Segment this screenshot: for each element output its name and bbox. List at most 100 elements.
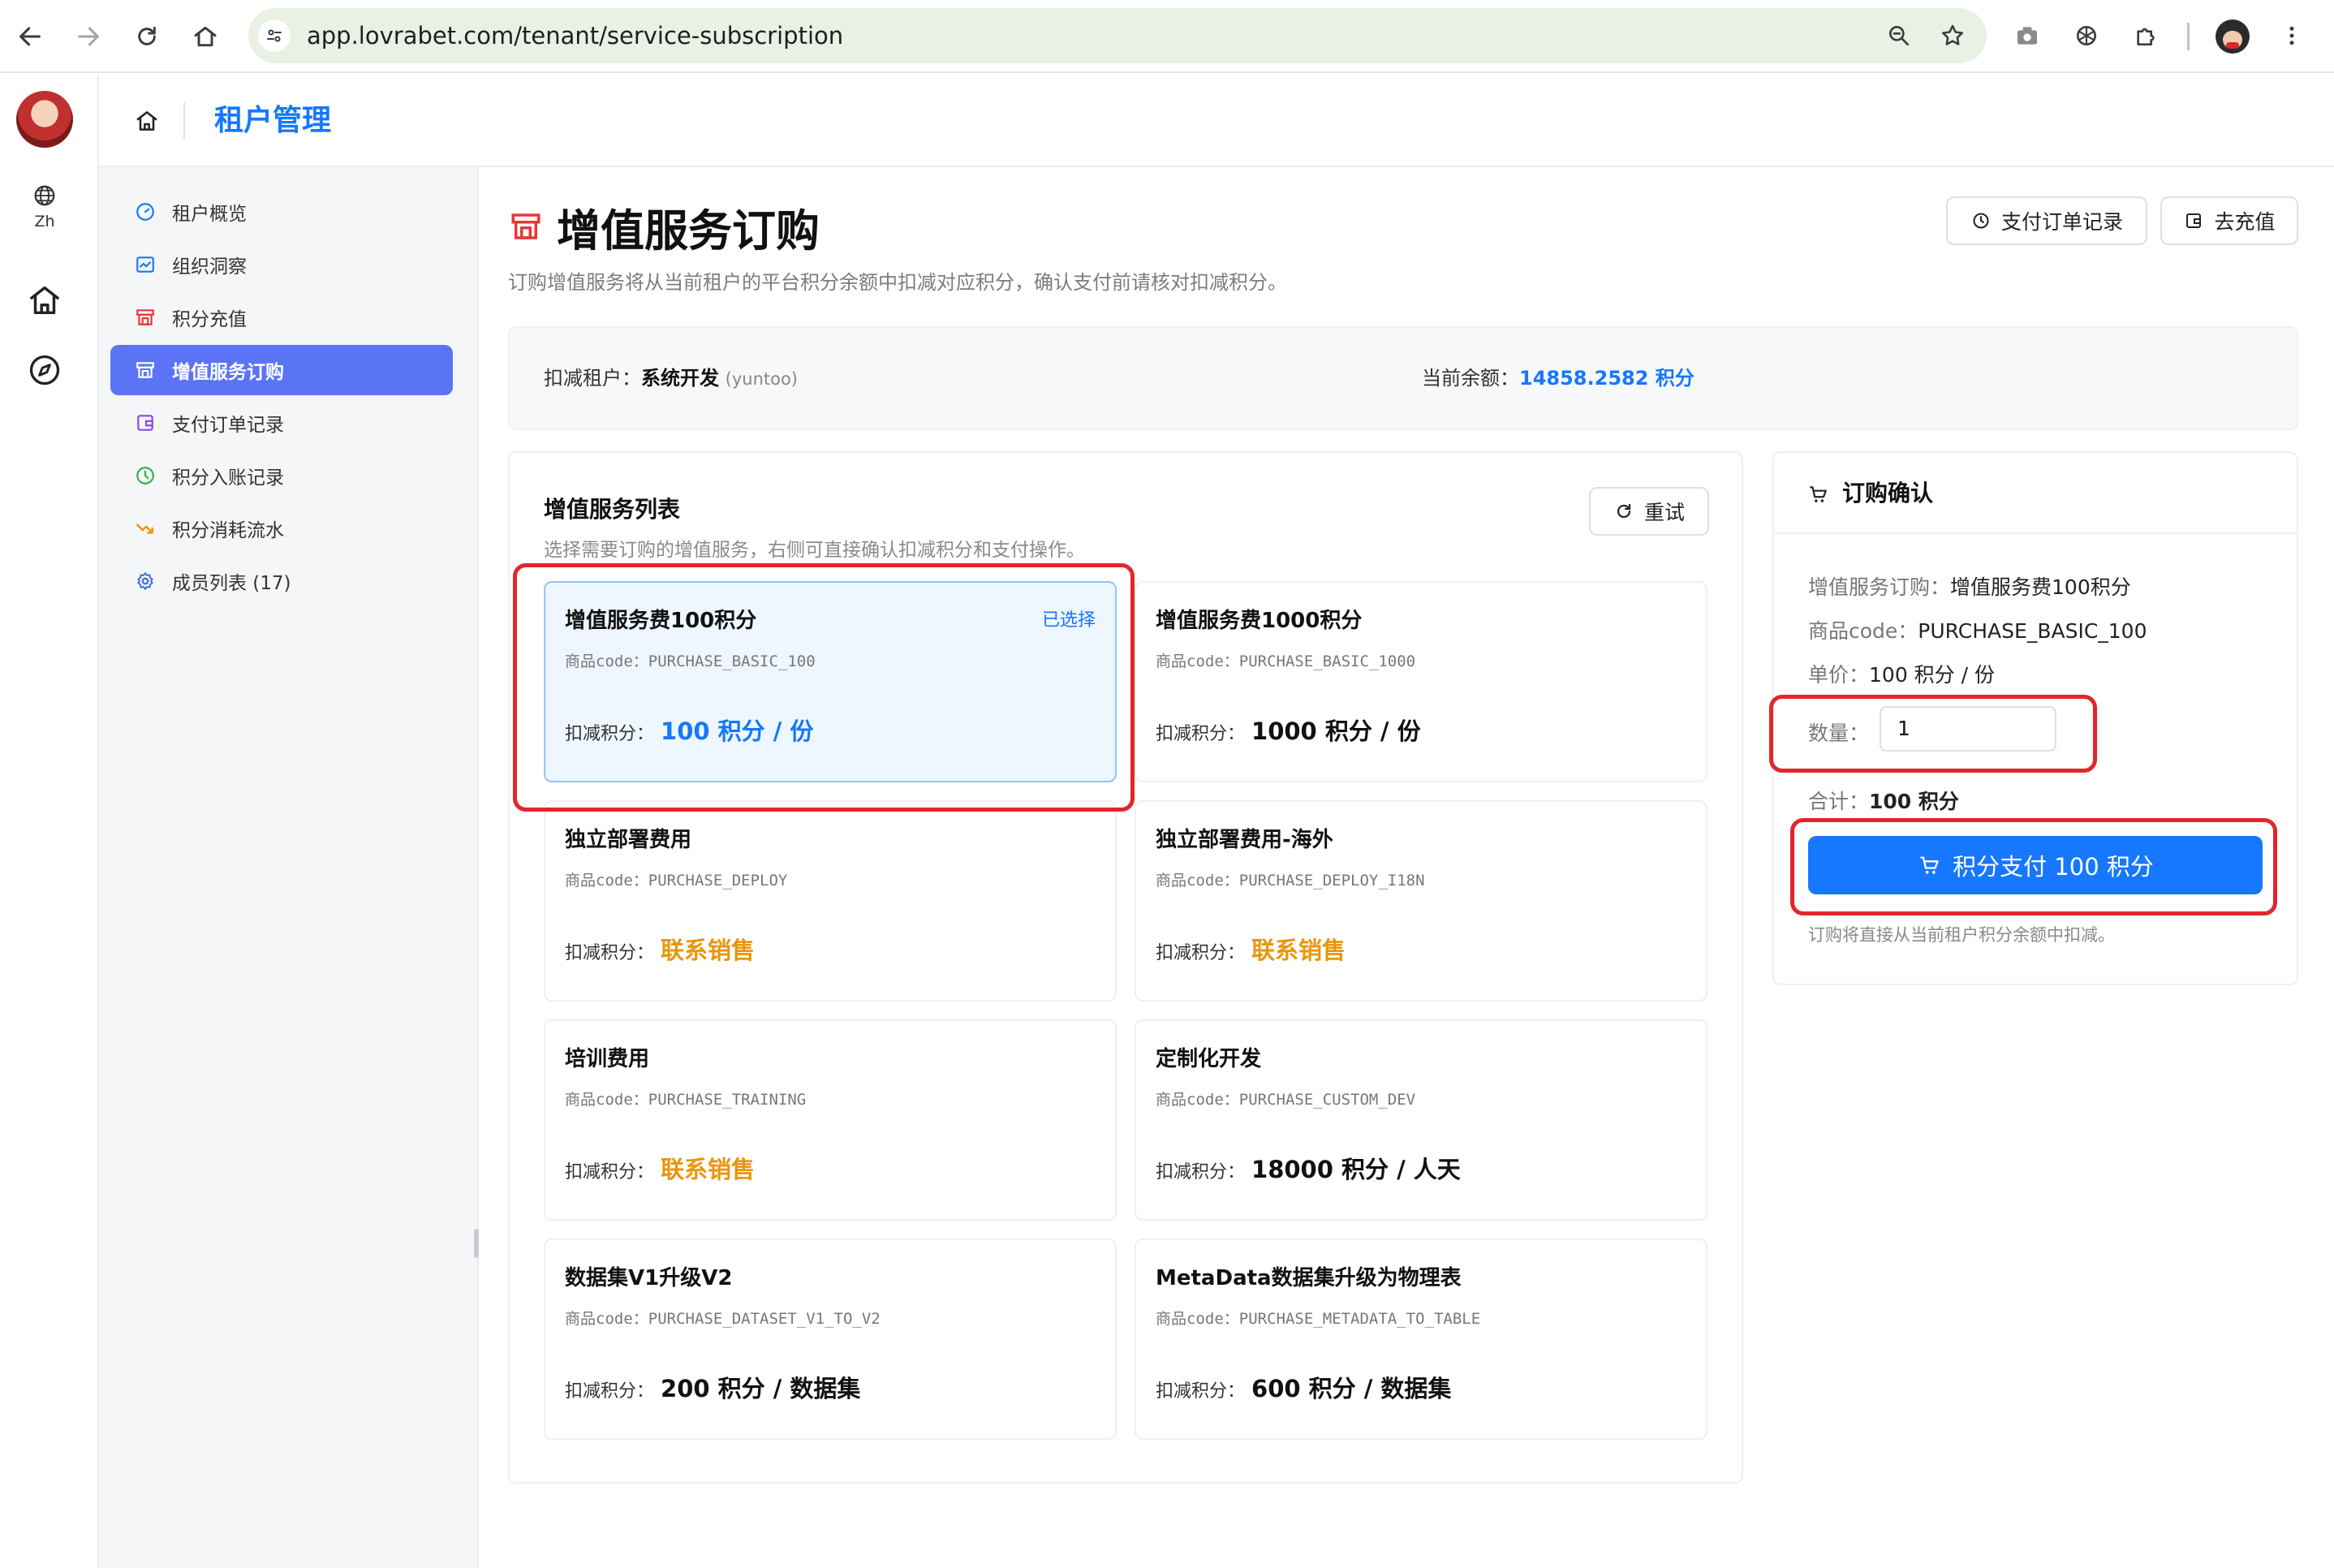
menu-label: 组织洞察: [172, 256, 247, 278]
confirm-unit-value: 100 积分 / 份: [1869, 663, 1995, 687]
service-code: 商品code：PURCHASE_DATASET_V1_TO_V2: [565, 1310, 881, 1328]
menu-label: 积分充值: [172, 309, 247, 330]
service-price-row: 扣减积分： 600 积分 / 数据集: [1156, 1370, 1451, 1404]
price-label: 扣减积分：: [1156, 1381, 1246, 1402]
camera-extension-icon[interactable]: [2009, 18, 2045, 54]
confirm-total-line: 合计：100 积分: [1808, 786, 1959, 815]
menu-item-overview[interactable]: 租户概览: [110, 187, 453, 237]
service-code: 商品code：PURCHASE_BASIC_100: [565, 653, 816, 670]
service-card[interactable]: 数据集V1升级V2 商品code：PURCHASE_DATASET_V1_TO_…: [544, 1238, 1117, 1440]
menu-item-insight[interactable]: 组织洞察: [110, 239, 453, 290]
page-description: 订购增值服务将从当前租户的平台积分余额中扣减对应积分，确认支付前请核对扣减积分。: [508, 271, 1287, 294]
menu-item-recharge[interactable]: 积分充值: [110, 292, 453, 342]
page-heading: 增值服务订购: [508, 198, 820, 256]
services-subtitle: 选择需要订购的增值服务，右侧可直接确认扣减积分和支付操作。: [544, 540, 1085, 561]
service-code: 商品code：PURCHASE_CUSTOM_DEV: [1156, 1091, 1416, 1109]
price-label: 扣减积分：: [565, 943, 655, 963]
rail-home-button[interactable]: [25, 281, 64, 320]
header-home-button[interactable]: [128, 102, 166, 140]
tenant-code: (yuntoo): [725, 369, 799, 389]
profile-avatar[interactable]: [2216, 19, 2250, 54]
service-name: 增值服务费100积分: [565, 609, 757, 633]
service-code: 商品code：PURCHASE_DEPLOY_I18N: [1156, 872, 1425, 890]
service-card[interactable]: 增值服务费100积分 已选择 商品code：PURCHASE_BASIC_100…: [544, 581, 1117, 782]
rail-explore-button[interactable]: [25, 351, 64, 390]
service-price: 联系销售: [1251, 937, 1346, 964]
price-label: 扣减积分：: [1156, 1162, 1246, 1182]
bookmark-star-icon[interactable]: [1936, 19, 1969, 52]
confirm-code-value: PURCHASE_BASIC_100: [1918, 619, 2147, 643]
confirm-hint: 订购将直接从当前租户积分余额中扣减。: [1808, 925, 2115, 945]
clock-icon: [133, 463, 157, 488]
pay-with-points-button[interactable]: 积分支付 100 积分: [1808, 836, 2263, 894]
arrow-left-icon: [19, 27, 41, 46]
payment-orders-label: 支付订单记录: [2000, 210, 2123, 234]
zoom-icon[interactable]: [1883, 19, 1915, 52]
service-price: 18000 积分 / 人天: [1251, 1156, 1461, 1183]
menu-label: 增值服务订购: [172, 362, 284, 383]
address-bar[interactable]: app.lovrabet.com/tenant/service-subscrip…: [248, 8, 1987, 63]
service-price: 联系销售: [661, 1156, 756, 1183]
confirm-qty-key: 数量：: [1808, 722, 1870, 745]
service-card[interactable]: MetaData数据集升级为物理表 商品code：PURCHASE_METADA…: [1135, 1238, 1707, 1440]
confirm-total-value: 100 积分: [1869, 790, 1959, 813]
openai-extension-icon[interactable]: [2069, 18, 2104, 54]
tenant-name: 系统开发: [641, 367, 719, 390]
confirm-service-line: 增值服务订购：增值服务费100积分: [1808, 571, 2131, 601]
gauge-icon: [133, 200, 157, 224]
service-price-row: 扣减积分： 200 积分 / 数据集: [565, 1370, 860, 1404]
price-label: 扣减积分：: [1156, 943, 1246, 963]
user-avatar[interactable]: [16, 91, 73, 148]
app-title: 租户管理: [214, 104, 332, 137]
quantity-input[interactable]: 1: [1880, 706, 2056, 752]
retry-button[interactable]: 重试: [1589, 487, 1709, 536]
price-label: 扣减积分：: [565, 724, 655, 744]
recharge-button[interactable]: 去充值: [2160, 196, 2298, 245]
browser-toolbar: app.lovrabet.com/tenant/service-subscrip…: [0, 0, 2334, 73]
pay-button-label: 积分支付 100 积分: [1953, 853, 2154, 881]
confirm-service-key: 增值服务订购：: [1808, 575, 1951, 599]
service-name: 定制化开发: [1156, 1047, 1262, 1071]
reload-icon: [138, 26, 156, 45]
icon-rail: Zh: [0, 75, 99, 1568]
service-price-row: 扣减积分： 联系销售: [565, 932, 755, 966]
cart-icon: [1806, 483, 1829, 506]
gear-icon: [133, 569, 157, 593]
home-button[interactable]: [187, 18, 224, 55]
page-title: 增值服务订购: [557, 205, 820, 256]
service-card[interactable]: 增值服务费1000积分 商品code：PURCHASE_BASIC_1000 扣…: [1135, 581, 1707, 782]
fall-chart-icon: [133, 516, 157, 541]
service-name: MetaData数据集升级为物理表: [1156, 1266, 1462, 1290]
service-card[interactable]: 独立部署费用-海外 商品code：PURCHASE_DEPLOY_I18N 扣减…: [1135, 800, 1707, 1002]
site-settings-icon[interactable]: [258, 19, 291, 52]
order-confirm-panel: 订购确认 增值服务订购：增值服务费100积分 商品code：PURCHASE_B…: [1772, 451, 2298, 985]
line-chart-icon: [133, 252, 157, 277]
service-price: 1000 积分 / 份: [1251, 717, 1421, 745]
more-menu-icon[interactable]: [2274, 18, 2310, 54]
menu-label: 租户概览: [172, 204, 247, 225]
menu-item-members[interactable]: 成员列表 (17): [110, 556, 453, 606]
back-button[interactable]: [11, 18, 49, 55]
service-card[interactable]: 定制化开发 商品code：PURCHASE_CUSTOM_DEV 扣减积分： 1…: [1135, 1019, 1707, 1221]
forward-button[interactable]: [70, 18, 107, 55]
balance-group: 当前余额：14858.2582 积分: [1422, 328, 1695, 429]
price-label: 扣减积分：: [565, 1381, 655, 1402]
wallet-icon: [133, 411, 157, 435]
payment-orders-button[interactable]: 支付订单记录: [1946, 196, 2147, 245]
service-price-row: 扣减积分： 1000 积分 / 份: [1156, 713, 1421, 747]
puzzle-extension-icon[interactable]: [2128, 18, 2164, 54]
service-card[interactable]: 培训费用 商品code：PURCHASE_TRAINING 扣减积分： 联系销售: [544, 1019, 1117, 1221]
service-card[interactable]: 独立部署费用 商品code：PURCHASE_DEPLOY 扣减积分： 联系销售: [544, 800, 1117, 1002]
balance-label: 当前余额：: [1422, 367, 1519, 390]
menu-item-service-subscription[interactable]: 增值服务订购: [110, 345, 453, 395]
tenant-label: 扣减租户：: [544, 367, 641, 390]
confirm-title: 订购确认: [1842, 480, 1934, 506]
menu-item-points-income[interactable]: 积分入账记录: [110, 450, 453, 501]
menu-item-payment-orders[interactable]: 支付订单记录: [110, 398, 453, 448]
menu-label: 积分入账记录: [172, 467, 284, 489]
menu-item-points-consumption[interactable]: 积分消耗流水: [110, 503, 453, 554]
language-switch[interactable]: Zh: [24, 183, 65, 230]
service-name: 增值服务费1000积分: [1156, 609, 1363, 633]
reload-button[interactable]: [128, 18, 166, 55]
url-text[interactable]: app.lovrabet.com/tenant/service-subscrip…: [307, 8, 843, 63]
